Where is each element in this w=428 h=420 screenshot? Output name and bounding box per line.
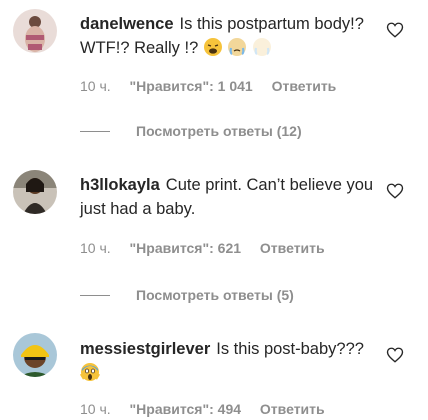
comment-text: Is this post-baby??? (216, 340, 364, 358)
like-count[interactable]: "Нравится": 621 (130, 240, 241, 256)
comment-meta: 10 ч. "Нравится": 494 Ответить (80, 401, 340, 417)
avatar[interactable] (13, 170, 57, 214)
username[interactable]: h3llokayla (80, 176, 160, 194)
avatar[interactable] (13, 333, 57, 377)
comment-meta: 10 ч. "Нравится": 1 041 Ответить (80, 78, 351, 94)
divider (80, 294, 110, 296)
view-replies-button[interactable]: Посмотреть ответы (12) (80, 123, 302, 139)
view-replies-label: Посмотреть ответы (5) (136, 287, 294, 303)
screaming-face-emoji (79, 362, 101, 389)
crying-face-emoji (227, 37, 247, 64)
weary-face-emoji (203, 37, 223, 64)
like-heart-icon[interactable] (386, 346, 404, 364)
crying-face-emoji (252, 37, 272, 64)
reply-button[interactable]: Ответить (272, 78, 337, 94)
like-heart-icon[interactable] (386, 21, 404, 39)
view-replies-button[interactable]: Посмотреть ответы (5) (80, 287, 294, 303)
comment-body: messiestgirlever Is this post-baby??? (79, 337, 380, 389)
like-count[interactable]: "Нравится": 494 (130, 401, 241, 417)
comment-meta: 10 ч. "Нравится": 621 Ответить (80, 240, 340, 256)
username[interactable]: danelwence (80, 15, 174, 33)
comment-body: h3llokayla Cute print. Can’t believe you … (80, 173, 380, 221)
comment-body: danelwence Is this postpartum body!? WTF!… (80, 12, 380, 64)
like-heart-icon[interactable] (386, 182, 404, 200)
timestamp[interactable]: 10 ч. (80, 240, 111, 256)
like-count[interactable]: "Нравится": 1 041 (130, 78, 253, 94)
timestamp[interactable]: 10 ч. (80, 78, 111, 94)
view-replies-label: Посмотреть ответы (12) (136, 123, 302, 139)
avatar[interactable] (13, 9, 57, 53)
reply-button[interactable]: Ответить (260, 240, 325, 256)
reply-button[interactable]: Ответить (260, 401, 325, 417)
username[interactable]: messiestgirlever (80, 340, 210, 358)
divider (80, 130, 110, 132)
timestamp[interactable]: 10 ч. (80, 401, 111, 417)
